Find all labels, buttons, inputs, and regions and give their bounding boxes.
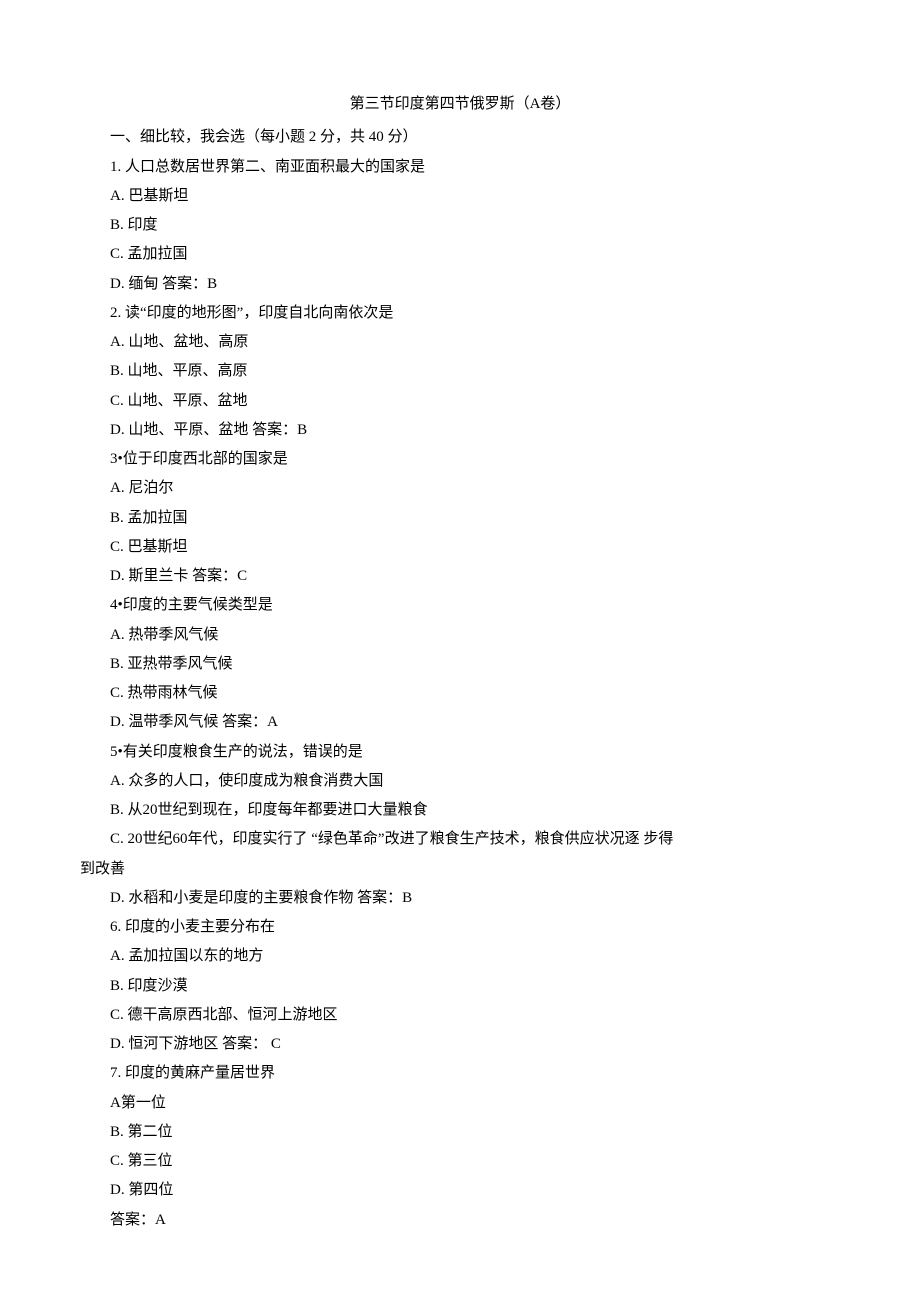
option-a: A. 巴基斯坦 xyxy=(80,182,840,211)
option-a: A. 山地、盆地、高原 xyxy=(80,328,840,357)
question-stem: 6. 印度的小麦主要分布在 xyxy=(80,913,840,942)
option-c-part1: C. 20世纪60年代，印度实行了 “绿色革命”改进了粮食生产技术，粮食供应状况… xyxy=(80,825,840,854)
option-b: B. 亚热带季风气候 xyxy=(80,650,840,679)
option-b: B. 孟加拉国 xyxy=(80,504,840,533)
option-d-answer: D. 水稻和小麦是印度的主要粮食作物 答案：B xyxy=(80,884,840,913)
option-a: A. 众多的人口，使印度成为粮食消费大国 xyxy=(80,767,840,796)
option-d-answer: D. 缅甸 答案：B xyxy=(80,270,840,299)
option-b: B. 山地、平原、高原 xyxy=(80,357,840,386)
option-c: C. 热带雨林气候 xyxy=(80,679,840,708)
document-page: 第三节印度第四节俄罗斯（A卷） 一、细比较，我会选（每小题 2 分，共 40 分… xyxy=(0,0,920,1295)
question-stem: 5•有关印度粮食生产的说法，错误的是 xyxy=(80,738,840,767)
option-c: C. 第三位 xyxy=(80,1147,840,1176)
option-d: D. 第四位 xyxy=(80,1176,840,1205)
option-c-part2: 到改善 xyxy=(80,855,840,884)
option-b: B. 印度沙漠 xyxy=(80,972,840,1001)
option-d-answer: D. 恒河下游地区 答案： C xyxy=(80,1030,840,1059)
option-b: B. 第二位 xyxy=(80,1118,840,1147)
option-d-answer: D. 山地、平原、盆地 答案：B xyxy=(80,416,840,445)
section-header: 一、细比较，我会选（每小题 2 分，共 40 分） xyxy=(80,123,840,152)
option-c: C. 山地、平原、盆地 xyxy=(80,387,840,416)
option-b: B. 从20世纪到现在，印度每年都要进口大量粮食 xyxy=(80,796,840,825)
document-title: 第三节印度第四节俄罗斯（A卷） xyxy=(80,90,840,119)
question-stem: 2. 读“印度的地形图”，印度自北向南依次是 xyxy=(80,299,840,328)
question-stem: 3•位于印度西北部的国家是 xyxy=(80,445,840,474)
option-a: A. 尼泊尔 xyxy=(80,474,840,503)
question-stem: 7. 印度的黄麻产量居世界 xyxy=(80,1059,840,1088)
question-stem: 4•印度的主要气候类型是 xyxy=(80,591,840,620)
option-a: A第一位 xyxy=(80,1089,840,1118)
option-c: C. 孟加拉国 xyxy=(80,240,840,269)
answer: 答案：A xyxy=(80,1206,840,1235)
option-a: A. 热带季风气候 xyxy=(80,621,840,650)
option-d-answer: D. 斯里兰卡 答案：C xyxy=(80,562,840,591)
option-b: B. 印度 xyxy=(80,211,840,240)
question-stem: 1. 人口总数居世界第二、南亚面积最大的国家是 xyxy=(80,153,840,182)
option-d-answer: D. 温带季风气候 答案：A xyxy=(80,708,840,737)
option-c: C. 巴基斯坦 xyxy=(80,533,840,562)
option-a: A. 孟加拉国以东的地方 xyxy=(80,942,840,971)
option-c: C. 德干高原西北部、恒河上游地区 xyxy=(80,1001,840,1030)
